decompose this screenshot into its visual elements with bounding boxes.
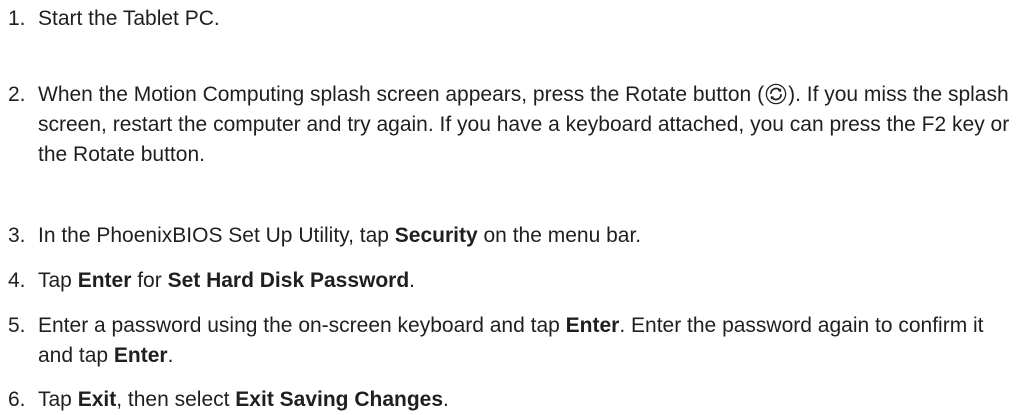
step-item: 1. Start the Tablet PC. xyxy=(8,4,1018,34)
step-number: 5. xyxy=(8,314,26,337)
step-text: Tap Enter for Set Hard Disk Password. xyxy=(38,266,1018,296)
step-number: 2. xyxy=(8,83,26,106)
rotate-icon xyxy=(765,83,787,105)
step-emphasis: Enter xyxy=(113,344,168,367)
step-emphasis: Enter xyxy=(77,269,132,292)
step-run: . xyxy=(443,388,449,411)
step-emphasis: Exit Saving Changes xyxy=(235,388,444,411)
step-run: . xyxy=(409,269,416,292)
step-number: 1. xyxy=(8,7,26,30)
step-item: 6. Tap Exit, then select Exit Saving Cha… xyxy=(8,385,1018,415)
step-number: 6. xyxy=(8,388,26,411)
step-text: In the PhoenixBIOS Set Up Utility, tap S… xyxy=(38,221,1018,251)
step-text: Enter a password using the on-screen key… xyxy=(38,311,1018,371)
step-run: Tap xyxy=(38,269,78,292)
step-run: When the Motion Computing splash screen … xyxy=(38,83,765,106)
step-run: Tap xyxy=(38,388,78,411)
step-text: When the Motion Computing splash screen … xyxy=(38,80,1018,170)
step-item: 2. When the Motion Computing splash scre… xyxy=(8,80,1018,170)
step-emphasis: Enter xyxy=(565,314,620,337)
step-run: for xyxy=(131,269,168,292)
step-item: 5. Enter a password using the on-screen … xyxy=(8,311,1018,371)
step-run: Start the Tablet PC. xyxy=(38,7,220,30)
step-number: 3. xyxy=(8,224,26,247)
step-item: 3. In the PhoenixBIOS Set Up Utility, ta… xyxy=(8,221,1018,251)
step-text: Tap Exit, then select Exit Saving Change… xyxy=(38,385,1018,415)
step-item: 4. Tap Enter for Set Hard Disk Password. xyxy=(8,266,1018,296)
step-run: . xyxy=(167,344,174,367)
step-text: Start the Tablet PC. xyxy=(38,4,1018,34)
step-run: , then select xyxy=(116,388,236,411)
step-number: 4. xyxy=(8,269,26,292)
step-emphasis: Security xyxy=(394,224,478,247)
step-run: Enter a password using the on-screen key… xyxy=(38,314,566,337)
step-run: In the PhoenixBIOS Set Up Utility, tap xyxy=(38,224,395,247)
step-emphasis: Set Hard Disk Password xyxy=(167,269,410,292)
step-run: on the menu bar. xyxy=(477,224,642,247)
step-emphasis: Exit xyxy=(77,388,117,411)
